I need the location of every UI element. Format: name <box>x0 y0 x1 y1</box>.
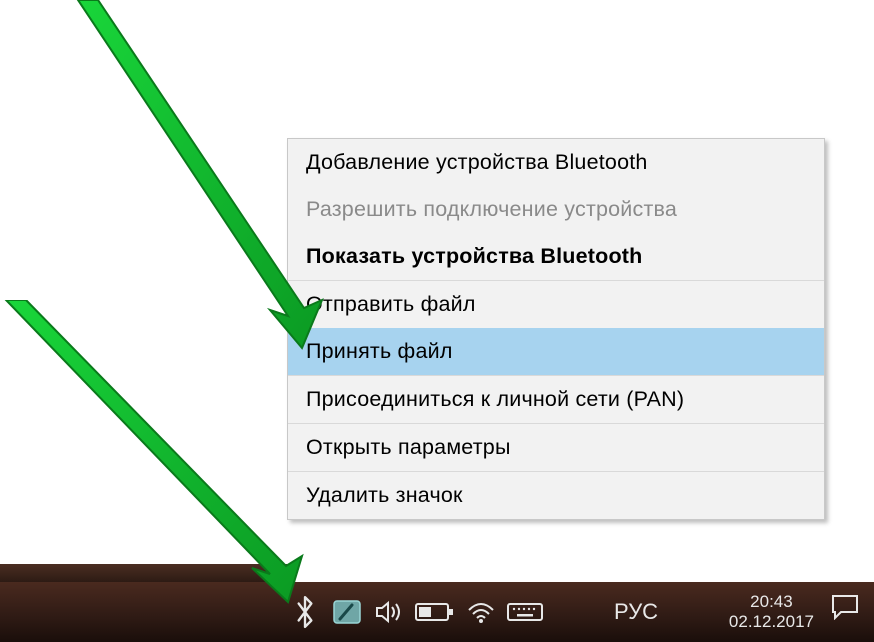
bluetooth-context-menu: Добавление устройства Bluetooth Разрешит… <box>287 138 825 520</box>
clock[interactable]: 20:43 02.12.2017 <box>729 582 814 642</box>
menu-item-show-devices[interactable]: Показать устройства Bluetooth <box>288 233 824 280</box>
wifi-icon[interactable] <box>463 594 499 630</box>
menu-item-add-device[interactable]: Добавление устройства Bluetooth <box>288 139 824 186</box>
menu-item-allow-connect: Разрешить подключение устройства <box>288 186 824 233</box>
taskbar-edge <box>0 564 287 582</box>
keyboard-icon[interactable] <box>505 594 545 630</box>
volume-icon[interactable] <box>371 594 407 630</box>
taskbar: РУС 20:43 02.12.2017 <box>0 582 874 642</box>
battery-icon[interactable] <box>413 594 457 630</box>
language-indicator[interactable]: РУС <box>614 582 658 642</box>
bluetooth-icon[interactable] <box>287 594 323 630</box>
menu-item-remove-icon[interactable]: Удалить значок <box>288 472 824 519</box>
system-tray <box>287 582 545 642</box>
action-center-icon[interactable] <box>830 594 860 620</box>
clock-date: 02.12.2017 <box>729 612 814 632</box>
menu-item-send-file[interactable]: Отправить файл <box>288 281 824 328</box>
menu-item-receive-file[interactable]: Принять файл <box>288 328 824 375</box>
clock-time: 20:43 <box>750 592 793 612</box>
menu-item-open-settings[interactable]: Открыть параметры <box>288 424 824 471</box>
pen-tablet-icon[interactable] <box>329 594 365 630</box>
menu-item-join-pan[interactable]: Присоединиться к личной сети (PAN) <box>288 376 824 423</box>
